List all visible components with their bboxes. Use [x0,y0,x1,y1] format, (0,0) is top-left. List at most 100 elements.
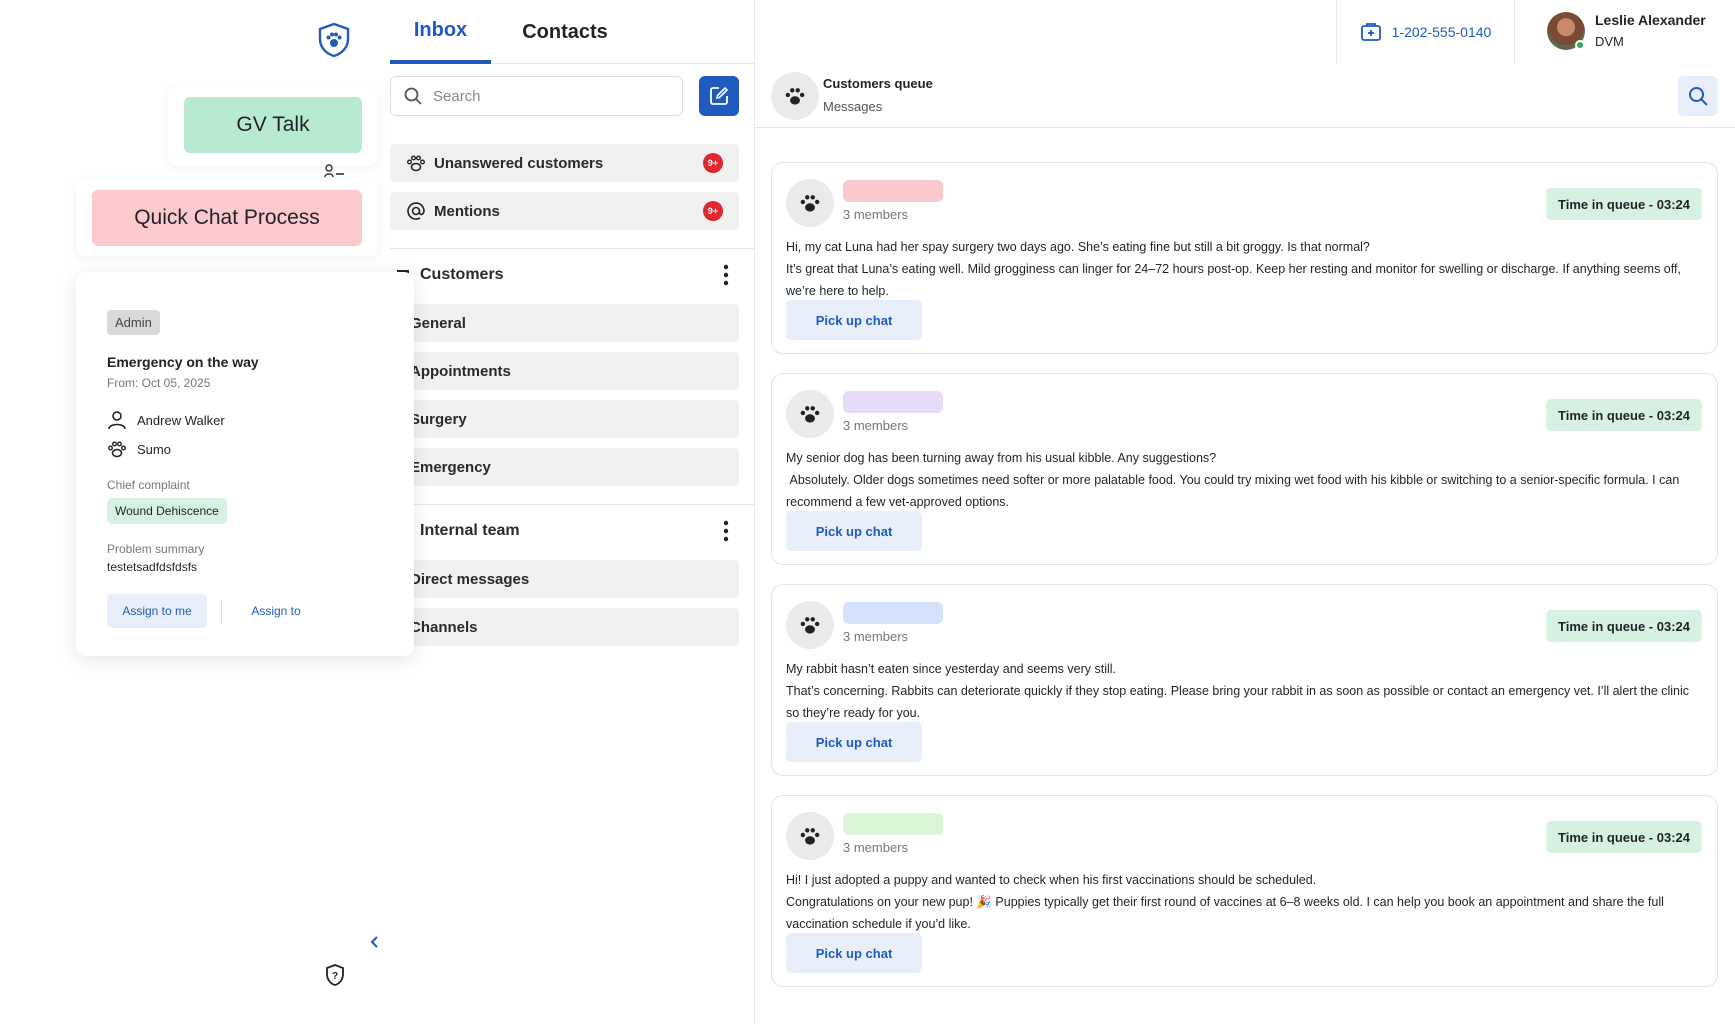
pick-up-chat-button[interactable]: Pick up chat [786,300,922,340]
queue-timer-badge: Time in queue - 03:24 [1546,188,1702,220]
search-box[interactable] [390,76,683,116]
avatar [1547,12,1585,50]
compose-button[interactable] [699,76,739,116]
internal-item-direct-messages[interactable]: Direct messages [390,560,739,598]
message-preview: Hi, my cat Luna had her spay surgery two… [786,236,1696,302]
member-count: 3 members [843,629,909,644]
staff-reply: Congratulations on your new pup! 🎉 Puppi… [786,895,1664,931]
search-icon [1689,87,1708,106]
person-list-icon[interactable] [324,164,346,178]
queue-chat-card[interactable]: 3 members Time in queue - 03:24 Hi! I ju… [771,795,1718,987]
member-count: 3 members [843,207,909,222]
tab-bar: Inbox Contacts [390,0,755,64]
count-badge: 9+ [703,201,723,221]
message-preview: Hi! I just adopted a puppy and wanted to… [786,869,1696,935]
paw-icon [785,88,805,105]
chat-header: Customers queue Messages [755,64,1735,128]
assign-to-me-button[interactable]: Assign to me [107,594,207,628]
queue-label: Unanswered customers [434,154,604,172]
chat-header-title: Customers queue [823,76,933,91]
pet-row: Sumo [107,439,171,459]
paw-icon [800,406,820,423]
phone-number: 1-202-555-0140 [1391,24,1492,40]
paw-icon [800,195,820,212]
chevron-left-icon[interactable] [368,934,382,950]
chat-avatar [786,812,834,860]
quick-chat-process-button[interactable]: Quick Chat Process [92,190,362,246]
queue-timer-badge: Time in queue - 03:24 [1546,821,1702,853]
more-options-icon[interactable] [723,520,729,542]
problem-summary: testetsadfdsfdsfs [107,560,198,574]
section-divider [390,248,755,249]
staff-reply: That’s concerning. Rabbits can deteriora… [786,684,1690,720]
owner-name: Andrew Walker [137,412,225,428]
chat-avatar [786,601,834,649]
customer-message: Hi! I just adopted a puppy and wanted to… [786,873,1317,887]
assign-to-button[interactable]: Assign to [231,594,321,628]
person-icon [108,411,126,430]
queue-timer-badge: Time in queue - 03:24 [1546,399,1702,431]
internal-item-channels[interactable]: Channels [390,608,739,646]
at-sign-icon [407,202,425,220]
chat-header-subtitle: Messages [823,99,883,114]
message-preview: My senior dog has been turning away from… [786,447,1696,513]
help-shield-icon[interactable]: ? [323,963,347,987]
pick-up-chat-button[interactable]: Pick up chat [786,722,922,762]
paw-icon [800,828,820,845]
customers-item-appointments[interactable]: Appointments [390,352,739,390]
owner-row: Andrew Walker [107,410,225,430]
customers-item-surgery[interactable]: Surgery [390,400,739,438]
search-input[interactable] [433,87,653,105]
pick-up-chat-button[interactable]: Pick up chat [786,933,922,973]
case-date: From: Oct 05, 2025 [107,376,211,390]
paw-icon [800,617,820,634]
customers-group-header[interactable]: Customers [390,260,739,290]
section-divider [390,504,755,505]
pet-name: Sumo [137,441,171,457]
queue-mentions[interactable]: Mentions 9+ [390,192,739,230]
pick-up-chat-button[interactable]: Pick up chat [786,511,922,551]
paw-icon [108,441,126,458]
queue-chat-card[interactable]: 3 members Time in queue - 03:24 My rabbi… [771,584,1718,776]
chief-complaint-label: Chief complaint [107,478,190,492]
user-name: Leslie Alexander [1595,12,1706,28]
customer-message: My senior dog has been turning away from… [786,451,1217,465]
name-placeholder-pill [843,391,943,413]
name-placeholder-pill [843,180,943,202]
staff-reply: It’s great that Luna’s eating well. Mild… [786,262,1681,298]
svg-text:?: ? [332,971,338,982]
chat-avatar [786,390,834,438]
more-options-icon[interactable] [723,264,729,286]
member-count: 3 members [843,840,909,855]
queue-unanswered-customers[interactable]: Unanswered customers 9+ [390,144,739,182]
compose-icon [710,86,729,105]
chief-complaint-tag: Wound Dehiscence [107,498,227,524]
name-placeholder-pill [843,602,943,624]
gv-talk-button[interactable]: GV Talk [184,97,362,153]
paw-icon [407,155,425,172]
queue-chat-card[interactable]: 3 members Time in queue - 03:24 My senio… [771,373,1718,565]
tab-contacts[interactable]: Contacts [500,0,630,64]
name-placeholder-pill [843,813,943,835]
group-title: Customers [420,266,504,283]
search-messages-button[interactable] [1678,76,1718,116]
tab-inbox[interactable]: Inbox [390,0,491,64]
queue-avatar [771,72,819,120]
internal-group-header[interactable]: Internal team [390,516,739,546]
divider [221,600,222,624]
user-title: DVM [1595,34,1624,49]
count-badge: 9+ [703,153,723,173]
customers-item-emergency[interactable]: Emergency [390,448,739,486]
customers-item-general[interactable]: General [390,304,739,342]
phone-number-button[interactable]: 1-202-555-0140 [1336,0,1515,64]
user-profile[interactable]: Leslie Alexander DVM [1547,12,1706,50]
queue-chat-card[interactable]: 3 members Time in queue - 03:24 Hi, my c… [771,162,1718,354]
inbox-column: Inbox Contacts Unanswered customers 9+ [390,0,755,1024]
customer-message: Hi, my cat Luna had her spay surgery two… [786,240,1370,254]
message-preview: My rabbit hasn’t eaten since yesterday a… [786,658,1696,724]
shield-paw-logo-icon [318,22,350,58]
problem-summary-label: Problem summary [107,542,205,556]
search-icon [404,87,422,105]
top-bar: 1-202-555-0140 Leslie Alexander DVM [755,0,1735,64]
staff-reply: Absolutely. Older dogs sometimes need so… [786,473,1683,509]
